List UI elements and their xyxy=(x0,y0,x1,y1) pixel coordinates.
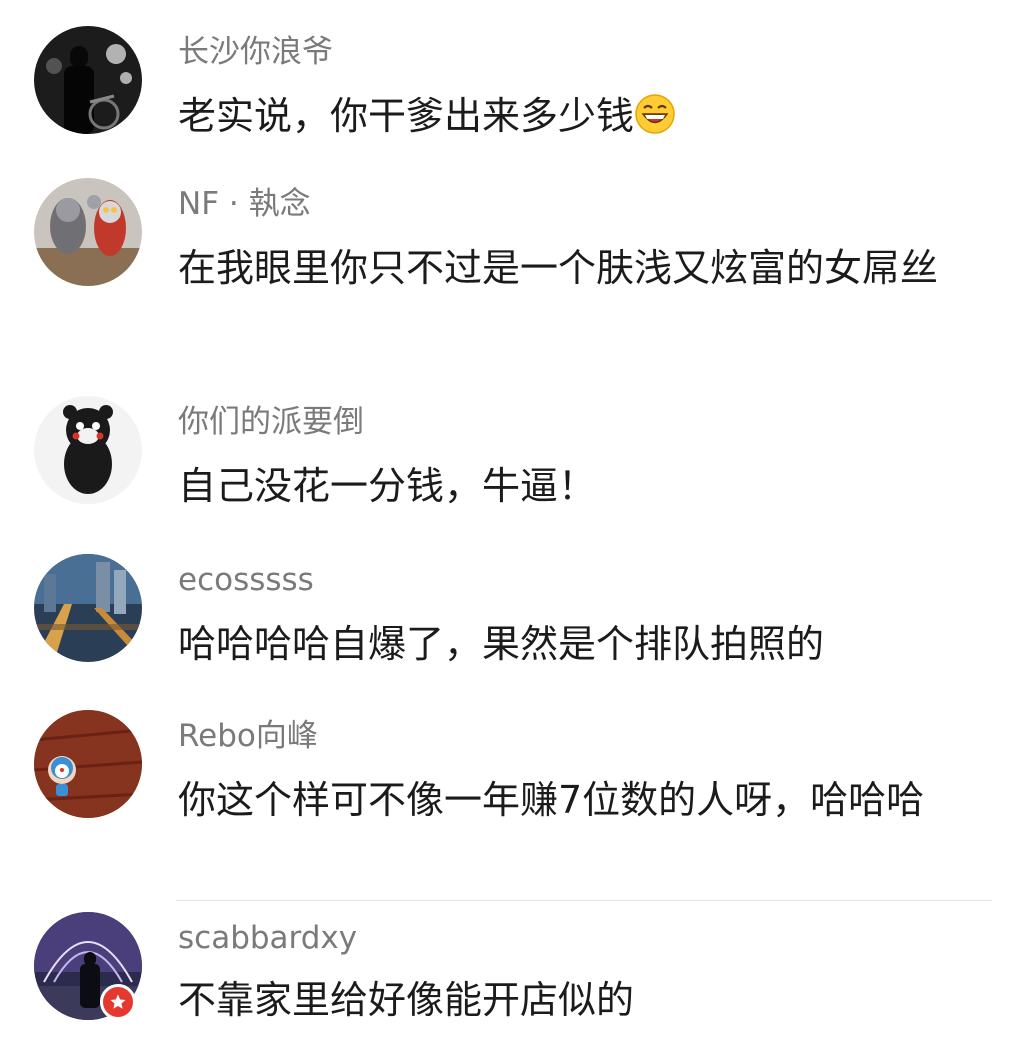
avatar[interactable] xyxy=(34,396,142,504)
avatar[interactable] xyxy=(34,178,142,286)
comment-username[interactable]: ecosssss xyxy=(178,560,314,600)
comment-username[interactable]: NF · 執念 xyxy=(178,184,311,224)
comment-text: 哈哈哈哈自爆了，果然是个排队拍照的 xyxy=(178,622,825,666)
avatar[interactable] xyxy=(34,554,142,662)
comment-body: 老实说，你干爹出来多少钱 xyxy=(178,94,635,138)
comment-text: 在我眼里你只不过是一个肤浅又炫富的女屌丝 xyxy=(178,246,939,290)
comment-username[interactable]: scabbardxy xyxy=(178,918,357,958)
comment-username[interactable]: 长沙你浪爷 xyxy=(178,32,333,72)
laughing-emoji-icon xyxy=(634,93,676,148)
comment-text: 你这个样可不像一年赚7位数的人呀，哈哈哈 xyxy=(178,778,925,822)
comment-text: 自己没花一分钱，牛逼！ xyxy=(178,464,597,508)
verified-star-icon xyxy=(100,984,136,1020)
comment-username[interactable]: Rebo向峰 xyxy=(178,716,318,756)
divider xyxy=(176,900,992,901)
avatar[interactable] xyxy=(34,26,142,134)
comment-text: 老实说，你干爹出来多少钱 xyxy=(178,90,998,148)
comment-username[interactable]: 你们的派要倒 xyxy=(178,402,364,442)
comment-text: 不靠家里给好像能开店似的 xyxy=(178,978,635,1022)
avatar[interactable] xyxy=(34,710,142,818)
